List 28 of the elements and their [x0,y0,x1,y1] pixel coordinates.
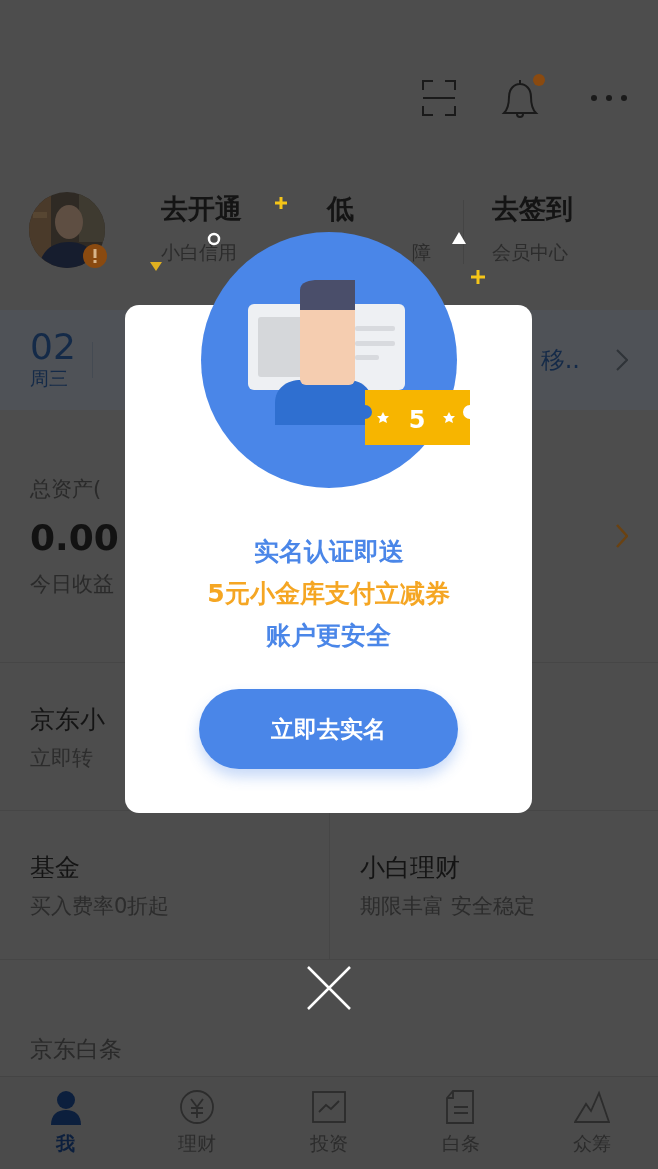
chart-icon [311,1089,347,1125]
scan-icon[interactable] [422,79,456,116]
tab[interactable]: 我 [0,1077,132,1169]
coin-icon [179,1089,216,1125]
verify-button[interactable]: 立即去实名 [199,689,458,769]
date-weekday: 周三 [30,366,69,391]
close-icon[interactable] [307,966,351,1010]
triangle-icon [150,262,162,271]
plus-icon [274,196,288,210]
triangle-icon [452,232,466,244]
product-title: 基金 [30,852,80,884]
profile-title[interactable]: 去签到 [492,192,658,226]
mountain-icon [574,1089,611,1125]
promo-text: 账户更安全 [266,620,391,652]
product-title: 京东小 [30,704,105,736]
product-title: 小白理财 [360,852,460,884]
promo-text: 5元小金库支付立减券 [207,578,450,610]
ring-icon [207,232,221,246]
profile-title[interactable]: 去开通 [161,192,328,226]
plus-icon [470,269,486,285]
chevron-right-icon[interactable] [616,349,628,371]
date-day: 02 [30,328,90,366]
profile-title[interactable]: 低 [327,192,466,226]
total-assets-amount: 0.00 [30,516,119,558]
notice-text[interactable]: 移.. [540,344,580,376]
more-icon[interactable] [590,93,628,102]
promo-text: 实名认证即送 [253,536,404,568]
ticket-value: 5 [408,406,426,434]
